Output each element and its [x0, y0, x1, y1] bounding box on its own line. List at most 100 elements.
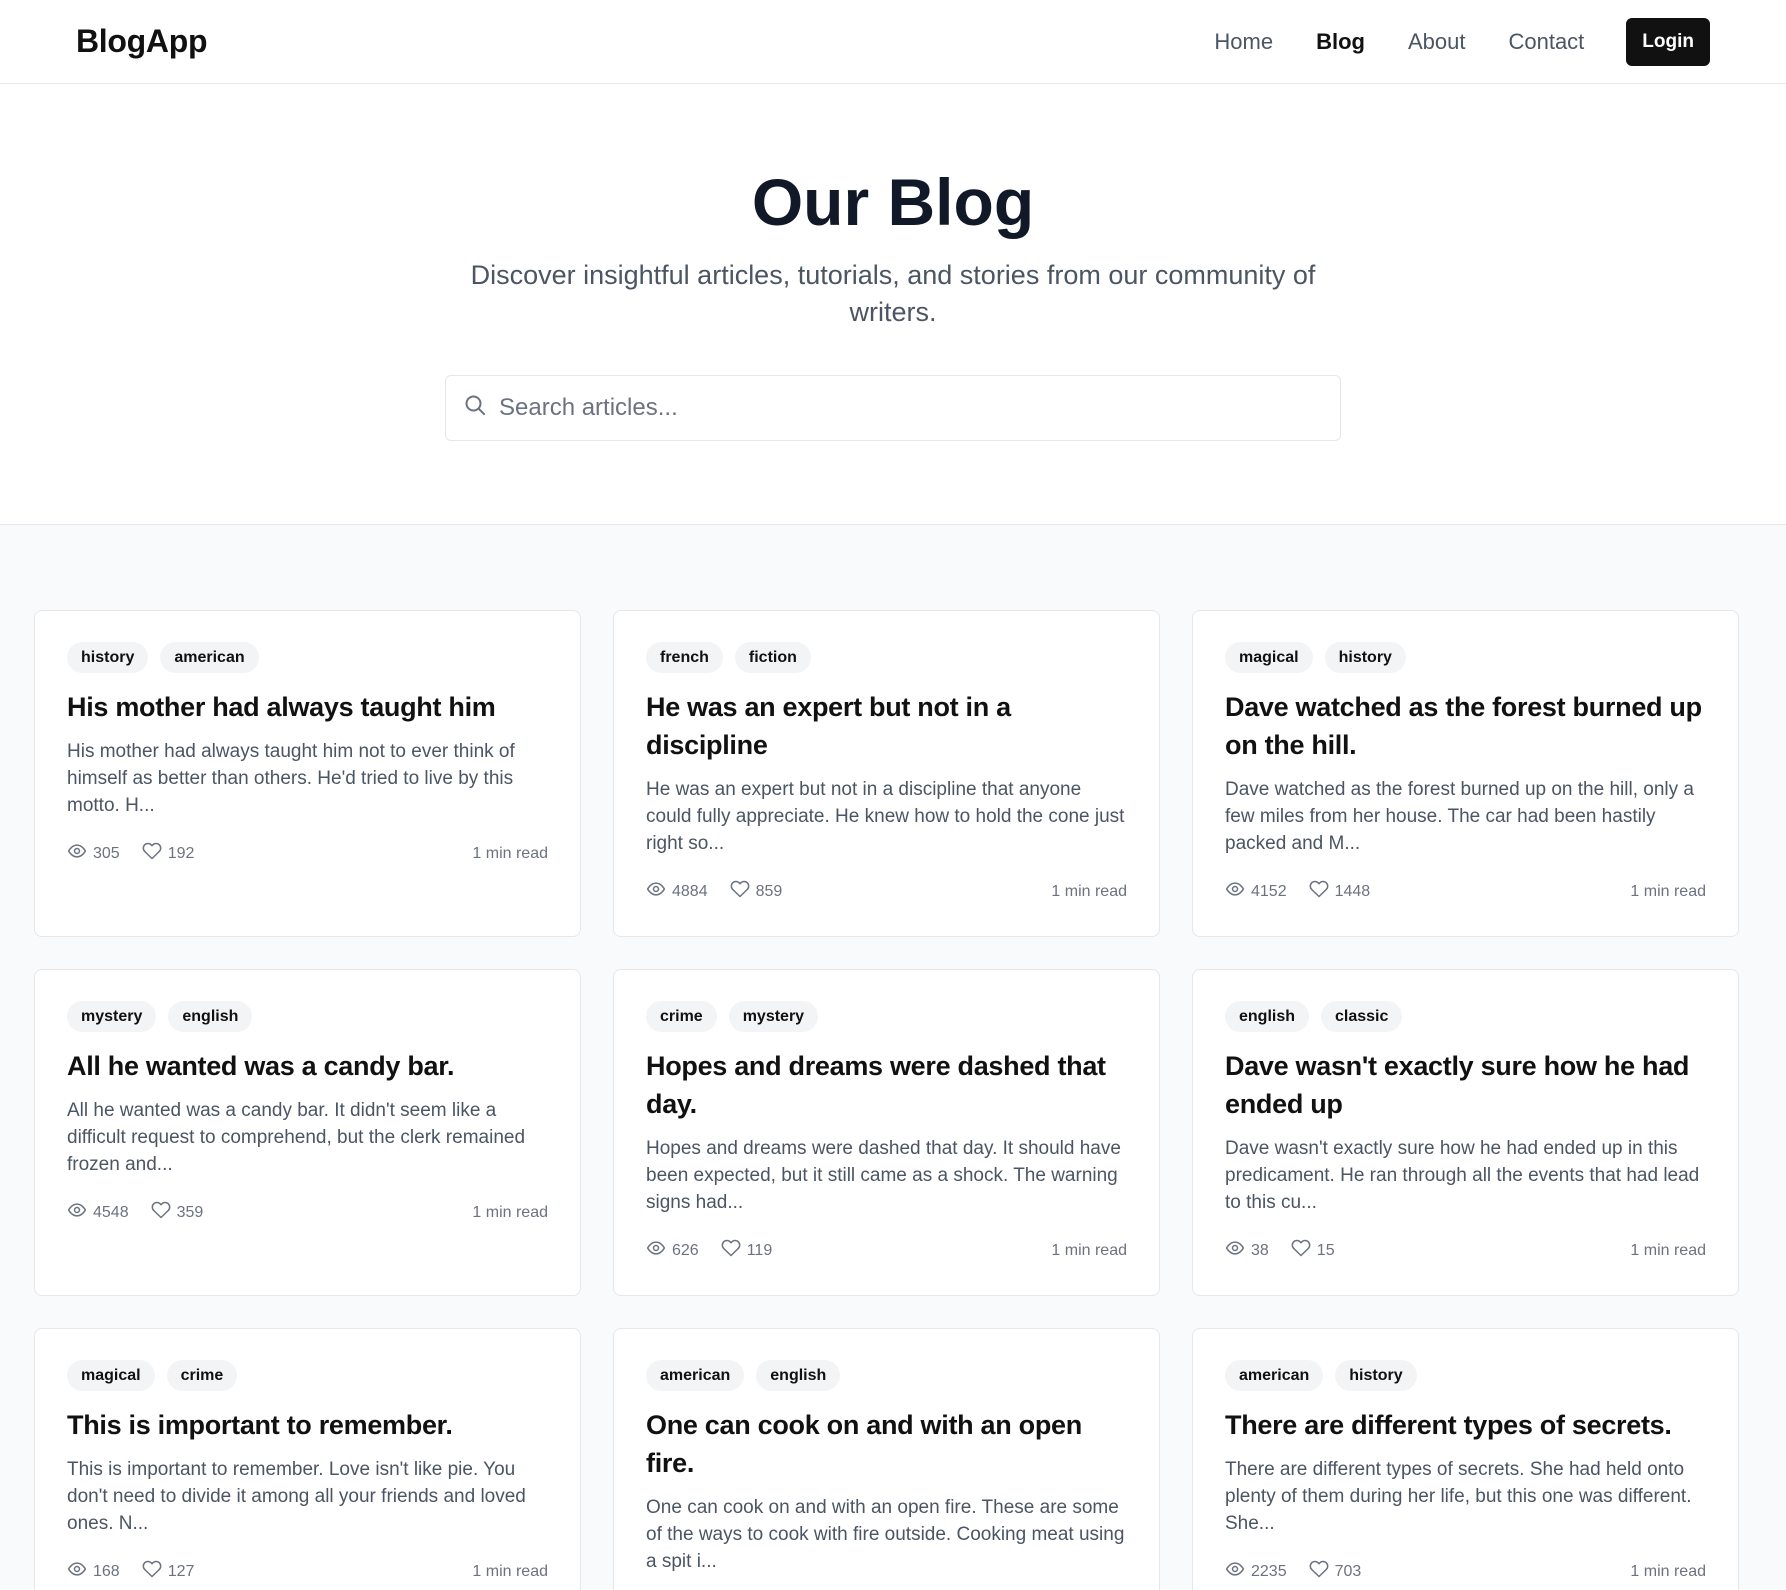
likes-stat[interactable]: 127	[142, 1559, 195, 1584]
tag-badge[interactable]: history	[67, 642, 149, 673]
tag-list: magical crime	[67, 1360, 548, 1391]
tag-badge[interactable]: magical	[67, 1360, 155, 1391]
likes-stat[interactable]: 1448	[1309, 879, 1371, 904]
post-title[interactable]: Hopes and dreams were dashed that day.	[646, 1047, 1127, 1123]
views-stat: 4152	[1225, 879, 1287, 904]
views-stat: 168	[67, 1559, 120, 1584]
views-stat: 305	[67, 841, 120, 866]
post-card[interactable]: english classic Dave wasn't exactly sure…	[1192, 969, 1739, 1296]
post-title[interactable]: One can cook on and with an open fire.	[646, 1406, 1127, 1482]
views-count: 38	[1251, 1241, 1269, 1259]
brand-logo[interactable]: BlogApp	[76, 23, 208, 60]
post-stats: 4152 1448	[1225, 879, 1392, 904]
likes-count: 703	[1334, 1562, 1362, 1580]
post-card[interactable]: mystery english All he wanted was a cand…	[34, 969, 581, 1296]
post-meta: 38 15 1 min read	[1225, 1238, 1706, 1263]
heart-icon	[1291, 1238, 1317, 1263]
views-stat: 4884	[646, 879, 708, 904]
post-meta: 2235 703 1 min read	[1225, 1559, 1706, 1584]
post-title[interactable]: Dave wasn't exactly sure how he had ende…	[1225, 1047, 1706, 1123]
read-time: 1 min read	[472, 1562, 548, 1580]
post-meta: 168 127 1 min read	[67, 1559, 548, 1584]
tag-badge[interactable]: english	[168, 1001, 253, 1032]
posts-section: history american His mother had always t…	[0, 525, 1786, 1590]
likes-stat[interactable]: 192	[142, 841, 194, 866]
hero-section: Our Blog Discover insightful articles, t…	[0, 84, 1786, 525]
post-excerpt: There are different types of secrets. Sh…	[1225, 1459, 1692, 1534]
post-title[interactable]: All he wanted was a candy bar.	[67, 1047, 548, 1085]
post-title[interactable]: Dave watched as the forest burned up on …	[1225, 688, 1706, 764]
nav-link-home[interactable]: Home	[1214, 29, 1273, 55]
tag-badge[interactable]: english	[1225, 1001, 1310, 1032]
views-count: 4152	[1251, 882, 1287, 900]
eye-icon	[67, 1559, 93, 1584]
post-meta: 626 119 1 min read	[646, 1238, 1127, 1263]
views-count: 4548	[93, 1203, 129, 1221]
post-stats: 626 119	[646, 1238, 794, 1263]
tag-badge[interactable]: american	[1225, 1360, 1324, 1391]
tag-badge[interactable]: fiction	[734, 642, 811, 673]
tag-badge[interactable]: crime	[166, 1360, 238, 1391]
tag-badge[interactable]: mystery	[728, 1001, 819, 1032]
likes-stat[interactable]: 859	[730, 879, 783, 904]
post-excerpt: Dave wasn't exactly sure how he had ende…	[1225, 1138, 1700, 1213]
post-excerpt: Hopes and dreams were dashed that day. I…	[646, 1138, 1121, 1213]
post-card[interactable]: crime mystery Hopes and dreams were dash…	[613, 969, 1160, 1296]
search-bar	[445, 374, 1341, 441]
nav-link-blog[interactable]: Blog	[1316, 29, 1365, 55]
post-stats: 4884 859	[646, 879, 804, 904]
tag-badge[interactable]: french	[646, 642, 723, 673]
page-subtitle: Discover insightful articles, tutorials,…	[470, 259, 1316, 327]
post-card[interactable]: magical crime This is important to remem…	[34, 1328, 581, 1590]
search-input[interactable]	[499, 393, 1340, 422]
posts-grid: history american His mother had always t…	[34, 610, 1752, 1590]
likes-count: 15	[1316, 1241, 1335, 1259]
likes-stat[interactable]: 359	[151, 1200, 204, 1225]
post-title[interactable]: He was an expert but not in a discipline	[646, 688, 1127, 764]
tag-list: magical history	[1225, 642, 1706, 673]
likes-count: 859	[755, 882, 783, 900]
likes-stat[interactable]: 119	[721, 1238, 772, 1263]
tag-list: english classic	[1225, 1001, 1706, 1032]
post-card[interactable]: american english One can cook on and wit…	[613, 1328, 1160, 1590]
post-title[interactable]: There are different types of secrets.	[1225, 1406, 1706, 1444]
tag-badge[interactable]: american	[160, 642, 259, 673]
nav-link-about[interactable]: About	[1408, 29, 1466, 55]
read-time: 1 min read	[1051, 1241, 1127, 1259]
post-title[interactable]: His mother had always taught him	[67, 688, 548, 726]
post-excerpt: All he wanted was a candy bar. It didn't…	[67, 1100, 526, 1175]
post-excerpt: His mother had always taught him not to …	[67, 741, 515, 816]
post-card[interactable]: french fiction He was an expert but not …	[613, 610, 1160, 937]
likes-stat[interactable]: 15	[1291, 1238, 1335, 1263]
nav-links: Home Blog About Contact Login	[1171, 17, 1710, 66]
tag-badge[interactable]: english	[756, 1360, 841, 1391]
post-excerpt: One can cook on and with an open fire. T…	[646, 1497, 1125, 1572]
tag-badge[interactable]: classic	[1321, 1001, 1403, 1032]
post-card[interactable]: american history There are different typ…	[1192, 1328, 1739, 1590]
likes-stat[interactable]: 703	[1309, 1559, 1362, 1584]
likes-count: 127	[167, 1562, 195, 1580]
tag-badge[interactable]: magical	[1225, 642, 1313, 673]
login-button[interactable]: Login	[1626, 17, 1710, 66]
post-card[interactable]: magical history Dave watched as the fore…	[1192, 610, 1739, 937]
tag-badge[interactable]: crime	[646, 1001, 717, 1032]
tag-badge[interactable]: american	[646, 1360, 745, 1391]
post-card[interactable]: history american His mother had always t…	[34, 610, 581, 937]
search-icon	[463, 393, 487, 422]
tag-badge[interactable]: history	[1335, 1360, 1417, 1391]
eye-icon	[646, 1238, 672, 1263]
heart-icon	[730, 879, 756, 904]
top-navbar: BlogApp Home Blog About Contact Login	[0, 0, 1786, 84]
eye-icon	[1225, 879, 1251, 904]
tag-list: mystery english	[67, 1001, 548, 1032]
likes-count: 1448	[1334, 882, 1371, 900]
heart-icon	[1309, 879, 1335, 904]
views-stat: 626	[646, 1238, 699, 1263]
views-stat: 2235	[1225, 1559, 1287, 1584]
nav-link-contact[interactable]: Contact	[1508, 29, 1584, 55]
tag-badge[interactable]: history	[1324, 642, 1406, 673]
likes-count: 359	[176, 1203, 204, 1221]
post-title[interactable]: This is important to remember.	[67, 1406, 548, 1444]
post-excerpt: Dave watched as the forest burned up on …	[1225, 779, 1694, 854]
tag-badge[interactable]: mystery	[67, 1001, 157, 1032]
